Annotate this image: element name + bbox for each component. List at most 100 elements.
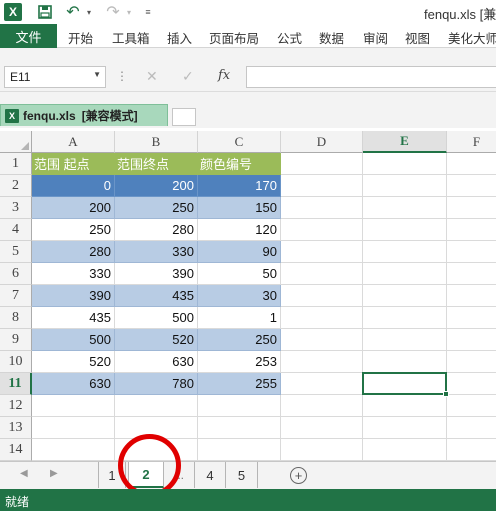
empty-cell[interactable]	[281, 395, 363, 417]
scroll-right-icon[interactable]: ▶	[50, 468, 58, 479]
header-cell[interactable]: 范围 起点	[32, 153, 115, 175]
empty-cell[interactable]	[447, 175, 496, 197]
tab-view[interactable]: 视图	[405, 28, 430, 47]
new-document-tab-button[interactable]	[172, 108, 196, 126]
data-cell[interactable]: 90	[198, 241, 281, 263]
row-header-7[interactable]: 7	[0, 285, 32, 307]
redo-dropdown-icon[interactable]: ▾	[124, 2, 134, 22]
empty-cell[interactable]	[198, 439, 281, 461]
data-cell[interactable]: 390	[115, 263, 198, 285]
empty-cell[interactable]	[447, 373, 496, 395]
tab-toolbox[interactable]: 工具箱	[112, 28, 150, 47]
empty-cell[interactable]	[281, 417, 363, 439]
data-cell[interactable]: 250	[32, 219, 115, 241]
empty-cell[interactable]	[281, 439, 363, 461]
empty-cell[interactable]	[447, 307, 496, 329]
empty-cell[interactable]	[32, 439, 115, 461]
data-cell[interactable]: 150	[198, 197, 281, 219]
sheet-tab-5[interactable]: 5	[226, 462, 258, 488]
empty-cell[interactable]	[447, 329, 496, 351]
data-cell[interactable]: 330	[32, 263, 115, 285]
column-header-c[interactable]: C	[198, 131, 281, 153]
empty-cell[interactable]	[363, 417, 447, 439]
data-cell[interactable]: 120	[198, 219, 281, 241]
spreadsheet-grid[interactable]: A B C D E F 1 2 3 4 5 6 7 8 9 10 11 12 13 14 范围 起点 范围终点 颜色编号 0 2…	[0, 131, 496, 461]
scroll-left-icon[interactable]: ◀	[20, 468, 28, 479]
file-tab[interactable]: 文件	[0, 24, 57, 48]
empty-cell[interactable]	[281, 241, 363, 263]
row-header-5[interactable]: 5	[0, 241, 32, 263]
empty-cell[interactable]	[281, 307, 363, 329]
tab-home[interactable]: 开始	[68, 28, 93, 47]
empty-cell[interactable]	[363, 395, 447, 417]
cancel-icon[interactable]: ✕	[146, 68, 158, 85]
empty-cell[interactable]	[281, 373, 363, 395]
data-cell[interactable]: 390	[32, 285, 115, 307]
row-header-13[interactable]: 13	[0, 417, 32, 439]
empty-cell[interactable]	[447, 197, 496, 219]
empty-cell[interactable]	[281, 219, 363, 241]
data-cell[interactable]: 500	[32, 329, 115, 351]
data-cell[interactable]: 520	[115, 329, 198, 351]
active-cell-border[interactable]	[362, 372, 449, 397]
empty-cell[interactable]	[447, 241, 496, 263]
enter-icon[interactable]: ✓	[182, 68, 194, 85]
data-cell[interactable]: 280	[115, 219, 198, 241]
fill-handle[interactable]	[443, 391, 449, 397]
data-cell[interactable]: 500	[115, 307, 198, 329]
empty-cell[interactable]	[447, 439, 496, 461]
save-icon[interactable]	[36, 2, 54, 22]
row-header-8[interactable]: 8	[0, 307, 32, 329]
data-cell[interactable]: 330	[115, 241, 198, 263]
header-cell[interactable]: 颜色编号	[198, 153, 281, 175]
empty-cell[interactable]	[281, 285, 363, 307]
empty-cell[interactable]	[32, 417, 115, 439]
document-tab[interactable]: X fenqu.xls [兼容模式]	[0, 104, 168, 126]
empty-cell[interactable]	[32, 395, 115, 417]
add-sheet-icon[interactable]: +	[290, 467, 307, 484]
data-cell[interactable]: 1	[198, 307, 281, 329]
undo-dropdown-icon[interactable]: ▾	[84, 2, 94, 22]
row-header-14[interactable]: 14	[0, 439, 32, 461]
empty-cell[interactable]	[363, 219, 447, 241]
data-cell[interactable]: 253	[198, 351, 281, 373]
row-header-6[interactable]: 6	[0, 263, 32, 285]
header-cell[interactable]: 范围终点	[115, 153, 198, 175]
empty-cell[interactable]	[363, 307, 447, 329]
data-cell[interactable]: 50	[198, 263, 281, 285]
empty-cell[interactable]	[363, 153, 447, 175]
empty-cell[interactable]	[363, 439, 447, 461]
empty-cell[interactable]	[281, 351, 363, 373]
empty-cell[interactable]	[363, 175, 447, 197]
redo-icon[interactable]: ↷	[104, 2, 122, 22]
data-cell[interactable]: 780	[115, 373, 198, 395]
tab-beautify[interactable]: 美化大师	[448, 28, 496, 47]
empty-cell[interactable]	[281, 175, 363, 197]
empty-cell[interactable]	[198, 417, 281, 439]
row-header-11[interactable]: 11	[0, 373, 32, 395]
data-cell[interactable]: 280	[32, 241, 115, 263]
empty-cell[interactable]	[363, 241, 447, 263]
empty-cell[interactable]	[281, 329, 363, 351]
empty-cell[interactable]	[447, 285, 496, 307]
data-cell[interactable]: 255	[198, 373, 281, 395]
select-all-corner[interactable]	[0, 131, 32, 153]
sheet-tab-4[interactable]: 4	[194, 462, 226, 488]
empty-cell[interactable]	[363, 329, 447, 351]
customize-toolbar-icon[interactable]: ≡	[142, 2, 154, 22]
empty-cell[interactable]	[363, 285, 447, 307]
data-cell[interactable]: 170	[198, 175, 281, 197]
empty-cell[interactable]	[115, 395, 198, 417]
data-cell[interactable]: 630	[115, 351, 198, 373]
tab-review[interactable]: 审阅	[363, 28, 388, 47]
data-cell[interactable]: 435	[115, 285, 198, 307]
empty-cell[interactable]	[447, 219, 496, 241]
column-header-b[interactable]: B	[115, 131, 198, 153]
empty-cell[interactable]	[447, 153, 496, 175]
name-box[interactable]: E11 ▼	[4, 66, 106, 88]
empty-cell[interactable]	[281, 263, 363, 285]
data-cell[interactable]: 200	[32, 197, 115, 219]
row-header-12[interactable]: 12	[0, 395, 32, 417]
column-header-f[interactable]: F	[447, 131, 496, 153]
data-cell[interactable]: 0	[32, 175, 115, 197]
